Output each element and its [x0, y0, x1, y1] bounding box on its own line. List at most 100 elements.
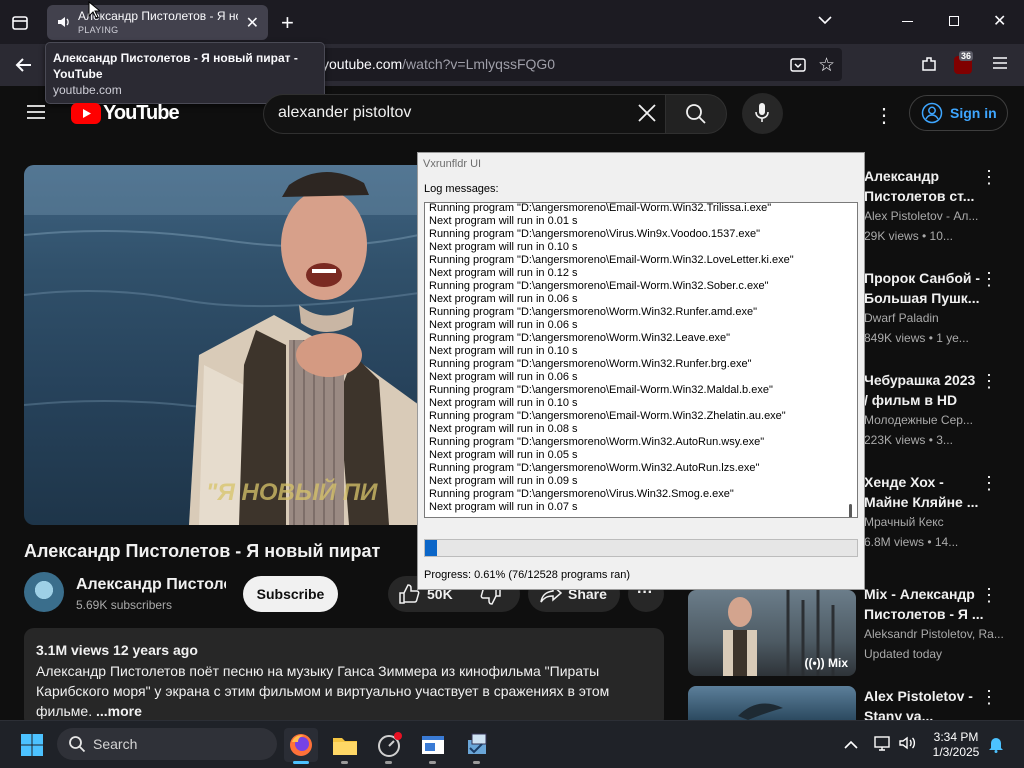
bookmark-star-icon[interactable]: ☆	[818, 54, 835, 77]
sign-in-button[interactable]: Sign in	[909, 95, 1008, 131]
rec-kebab-icon[interactable]: ⋮	[980, 167, 998, 187]
notification-bell-icon[interactable]	[988, 735, 1004, 758]
description-box[interactable]: 3.1M views 12 years ago Александр Пистол…	[24, 628, 664, 728]
back-icon[interactable]	[14, 55, 34, 80]
tooltip-domain: youtube.com	[53, 83, 122, 97]
reader-view-icon[interactable]	[789, 56, 807, 79]
taskbar-search-box[interactable]: Search	[57, 728, 277, 760]
firefox-icon[interactable]	[284, 728, 318, 762]
youtube-search-value[interactable]: alexander pistoltov	[278, 104, 411, 122]
mouse-cursor-icon	[88, 0, 102, 24]
log-line: Next program will run in 0.09 s	[429, 475, 578, 487]
window-app-indicator	[429, 761, 436, 764]
rec-channel: Dwarf Paladin	[864, 311, 939, 325]
log-label: Log messages:	[424, 183, 499, 195]
extensions-icon[interactable]	[920, 55, 938, 78]
mix-thumbnail[interactable]: ((•)) Mix	[688, 590, 856, 676]
rec-kebab-icon[interactable]: ⋮	[980, 371, 998, 391]
vxrunfldr-app-icon[interactable]	[460, 728, 494, 762]
rec-kebab-icon[interactable]: ⋮	[980, 687, 998, 707]
progress-text: Progress: 0.61% (76/12528 programs ran)	[424, 569, 631, 581]
channel-avatar[interactable]	[24, 572, 64, 612]
tab-title: Александр Пистолетов - Я новый пират	[78, 9, 238, 23]
rec-channel: Мрачный Кекс	[864, 515, 944, 529]
rec-views: 223K views • 3...	[864, 433, 953, 447]
description-text: Александр Пистолетов поёт песню на музык…	[36, 661, 636, 721]
mix-badge: ((•)) Mix	[804, 656, 848, 670]
rec-kebab-icon[interactable]: ⋮	[980, 269, 998, 289]
rec-title-line2: Большая Пушк...	[864, 290, 980, 306]
rec-thumbnail[interactable]	[688, 686, 856, 720]
log-line: Running program "D:\angersmoreno\Worm.Wi…	[429, 462, 760, 474]
url-path: /watch?v=LmlyqssFQG0	[402, 56, 556, 72]
explorer-indicator	[341, 761, 348, 764]
channel-name[interactable]: Александр Пистолетов	[76, 576, 226, 594]
rec-kebab-icon[interactable]: ⋮	[980, 473, 998, 493]
tab-list-dropdown-icon[interactable]	[817, 12, 833, 33]
log-line: Next program will run in 0.06 s	[429, 293, 578, 305]
rec-title-line2: Пистолетов ст...	[864, 188, 975, 204]
address-bar-text[interactable]: youtube.com/watch?v=LmlyqssFQG0	[322, 56, 555, 72]
log-line: Running program "D:\angersmoreno\Email-W…	[429, 202, 772, 214]
rec-kebab-icon[interactable]: ⋮	[980, 585, 998, 605]
log-line: Next program will run in 0.01 s	[429, 215, 578, 227]
new-tab-icon[interactable]: +	[281, 10, 294, 36]
system-clock[interactable]: 3:34 PM 1/3/2025	[924, 730, 988, 760]
clock-date: 1/3/2025	[932, 745, 980, 759]
log-line: Running program "D:\angersmoreno\Email-W…	[429, 384, 773, 396]
network-icon[interactable]	[874, 735, 892, 756]
search-button[interactable]	[665, 94, 727, 134]
close-window-icon[interactable]: ✕	[993, 11, 1006, 31]
voice-search-button[interactable]	[742, 93, 783, 134]
microphone-icon	[755, 103, 769, 122]
file-explorer-icon[interactable]	[328, 728, 362, 762]
youtube-logo-icon	[71, 103, 101, 124]
rec-title-line2: Майне Кляйне ...	[864, 494, 979, 510]
rec-channel: Молодежные Сер...	[864, 413, 973, 427]
channel-subscribers: 5.69K subscribers	[76, 598, 173, 612]
rec-title-line2: / фильм в HD	[864, 392, 958, 408]
video-player[interactable]: "Я НОВЫЙ ПИ	[24, 165, 419, 525]
tab-playing-label: PLAYING	[78, 25, 119, 35]
rec-thumbnail-image	[738, 703, 783, 720]
vxrunfldr-dialog: Vxrunfldr UI Log messages: Running progr…	[417, 152, 865, 590]
youtube-logo-text: YouTube	[103, 102, 180, 124]
search-icon	[69, 736, 86, 753]
views-and-date: 3.1M views 12 years ago	[36, 642, 198, 658]
settings-kebab-icon[interactable]: ⋮	[874, 103, 894, 128]
log-line: Running program "D:\angersmoreno\Virus.W…	[429, 488, 734, 500]
log-scrollbar[interactable]	[849, 504, 852, 517]
windows-start-icon[interactable]	[20, 733, 44, 762]
recording-app-icon[interactable]	[372, 728, 406, 762]
minimize-icon[interactable]	[902, 21, 913, 22]
log-line: Next program will run in 0.06 s	[429, 371, 578, 383]
search-icon	[686, 104, 706, 124]
close-tab-icon[interactable]: ✕	[246, 13, 259, 33]
log-line: Next program will run in 0.10 s	[429, 397, 578, 409]
log-line: Running program "D:\angersmoreno\Email-W…	[429, 410, 786, 422]
dialog-title: Vxrunfldr UI	[423, 158, 482, 170]
extension-badge: 36	[959, 51, 974, 61]
speaker-icon[interactable]	[57, 15, 71, 29]
rec-views: 849K views • 1 уе...	[864, 331, 969, 345]
log-line: Running program "D:\angersmoreno\Email-W…	[429, 254, 794, 266]
hamburger-menu-icon[interactable]	[26, 104, 46, 125]
log-line: Running program "D:\angersmoreno\Worm.Wi…	[429, 306, 757, 318]
chevron-up-icon[interactable]	[844, 737, 858, 755]
subscribe-button[interactable]: Subscribe	[243, 576, 338, 612]
window-app-icon[interactable]	[416, 728, 450, 762]
description-more-link[interactable]: ...more	[96, 703, 142, 719]
tooltip-title: Александр Пистолетов - Я новый пират - Y…	[53, 51, 298, 81]
clear-search-icon[interactable]	[636, 102, 658, 129]
volume-icon[interactable]	[899, 735, 917, 756]
recording-app-indicator	[385, 761, 392, 764]
log-list[interactable]: Running program "D:\angersmoreno\Email-W…	[424, 202, 858, 518]
menu-icon[interactable]	[992, 56, 1008, 75]
log-line: Running program "D:\angersmoreno\Worm.Wi…	[429, 332, 731, 344]
restore-icon[interactable]	[949, 16, 959, 26]
youtube-logo[interactable]: YouTube	[71, 101, 180, 125]
log-line: Next program will run in 0.08 s	[429, 423, 578, 435]
rec-title-line2: Пистолетов - Я ...	[864, 606, 984, 622]
tab-list-icon[interactable]	[10, 12, 30, 32]
browser-tab-active[interactable]: Александр Пистолетов - Я новый пират PLA…	[47, 5, 268, 40]
